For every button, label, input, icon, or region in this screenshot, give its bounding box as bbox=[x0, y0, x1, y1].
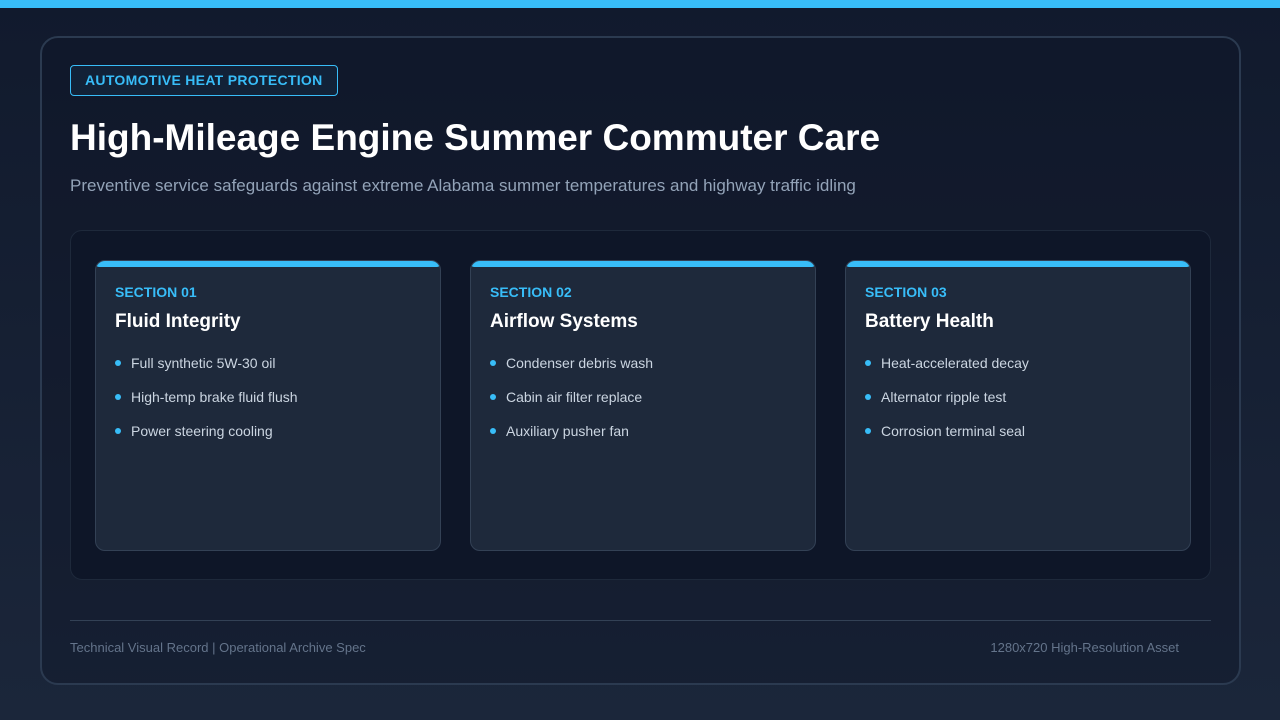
footer-resolution-label: 1280x720 High-Resolution Asset bbox=[990, 640, 1179, 655]
top-accent-bar bbox=[0, 0, 1280, 8]
list-item-label: High-temp brake fluid flush bbox=[131, 389, 298, 405]
list-item: Corrosion terminal seal bbox=[865, 423, 1029, 457]
list-item: Auxiliary pusher fan bbox=[490, 423, 653, 457]
list-item: Condenser debris wash bbox=[490, 355, 653, 389]
list-item: Full synthetic 5W-30 oil bbox=[115, 355, 298, 389]
footer-record-label: Technical Visual Record | Operational Ar… bbox=[70, 640, 366, 655]
page-title: High-Mileage Engine Summer Commuter Care bbox=[70, 117, 881, 158]
card-accent-bar bbox=[471, 261, 815, 267]
category-tag: AUTOMOTIVE HEAT PROTECTION bbox=[70, 65, 338, 96]
card-item-list: Condenser debris wash Cabin air filter r… bbox=[490, 355, 653, 457]
card-battery-health: SECTION 03 Battery Health Heat-accelerat… bbox=[845, 260, 1191, 551]
list-item-label: Power steering cooling bbox=[131, 423, 273, 439]
list-item-label: Auxiliary pusher fan bbox=[506, 423, 629, 439]
bullet-icon bbox=[490, 360, 496, 366]
bullet-icon bbox=[490, 428, 496, 434]
bullet-icon bbox=[865, 394, 871, 400]
page-subtitle: Preventive service safeguards against ex… bbox=[70, 176, 856, 195]
bullet-icon bbox=[115, 394, 121, 400]
list-item-label: Corrosion terminal seal bbox=[881, 423, 1025, 439]
footer-divider bbox=[70, 620, 1211, 621]
card-item-list: Full synthetic 5W-30 oil High-temp brake… bbox=[115, 355, 298, 457]
list-item-label: Full synthetic 5W-30 oil bbox=[131, 355, 276, 371]
card-title: Battery Health bbox=[865, 311, 994, 332]
bullet-icon bbox=[490, 394, 496, 400]
card-item-list: Heat-accelerated decay Alternator ripple… bbox=[865, 355, 1029, 457]
bullet-icon bbox=[865, 360, 871, 366]
card-airflow-systems: SECTION 02 Airflow Systems Condenser deb… bbox=[470, 260, 816, 551]
card-title: Fluid Integrity bbox=[115, 311, 241, 332]
card-section-label: SECTION 02 bbox=[490, 284, 572, 300]
card-section-label: SECTION 03 bbox=[865, 284, 947, 300]
bullet-icon bbox=[115, 360, 121, 366]
list-item: Power steering cooling bbox=[115, 423, 298, 457]
card-section-label: SECTION 01 bbox=[115, 284, 197, 300]
list-item: Alternator ripple test bbox=[865, 389, 1029, 423]
list-item-label: Alternator ripple test bbox=[881, 389, 1007, 405]
card-title: Airflow Systems bbox=[490, 311, 638, 332]
list-item-label: Heat-accelerated decay bbox=[881, 355, 1029, 371]
bullet-icon bbox=[115, 428, 121, 434]
list-item: High-temp brake fluid flush bbox=[115, 389, 298, 423]
card-accent-bar bbox=[846, 261, 1190, 267]
bullet-icon bbox=[865, 428, 871, 434]
card-fluid-integrity: SECTION 01 Fluid Integrity Full syntheti… bbox=[95, 260, 441, 551]
list-item-label: Condenser debris wash bbox=[506, 355, 654, 371]
list-item-label: Cabin air filter replace bbox=[506, 389, 643, 405]
list-item: Heat-accelerated decay bbox=[865, 355, 1029, 389]
card-accent-bar bbox=[96, 261, 440, 267]
list-item: Cabin air filter replace bbox=[490, 389, 653, 423]
